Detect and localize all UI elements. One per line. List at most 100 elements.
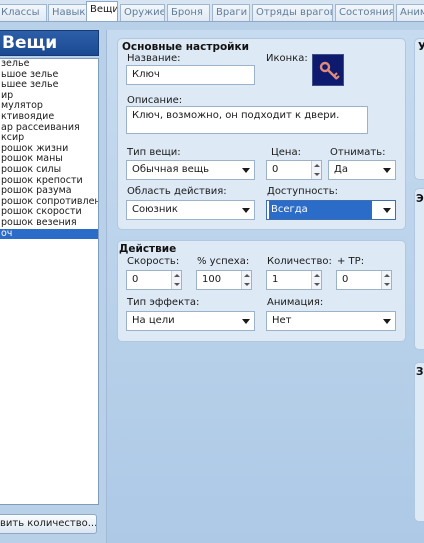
tab-bar: Классы Навыки Вещи Оружие Броня Враги От… xyxy=(0,0,424,22)
stepper-arrows-icon[interactable] xyxy=(171,271,181,289)
change-maximum-button[interactable]: вить количество... xyxy=(0,514,97,534)
stepper-arrows-icon[interactable] xyxy=(311,161,321,179)
items-list-header: Вещи xyxy=(0,30,99,56)
name-field[interactable]: Ключ xyxy=(126,65,255,85)
hit-type-select[interactable]: На цели xyxy=(126,311,255,331)
list-item[interactable]: рошок маны xyxy=(0,154,98,165)
list-item[interactable]: ксир xyxy=(0,133,98,144)
animation-label: Анимация: xyxy=(267,297,324,308)
animation-select[interactable]: Нет xyxy=(266,311,396,331)
list-item-empty[interactable] xyxy=(0,377,98,388)
repeat-label: Количество: xyxy=(267,256,332,267)
list-item[interactable]: рошок силы xyxy=(0,165,98,176)
list-item-empty[interactable] xyxy=(0,303,98,314)
tab-states[interactable]: Состояния xyxy=(335,4,394,21)
effects-title: Э xyxy=(416,193,424,205)
list-item-empty[interactable] xyxy=(0,281,98,292)
success-stepper[interactable]: 100 xyxy=(196,270,252,290)
list-item-empty[interactable] xyxy=(0,239,98,250)
basic-settings-title: Основные настройки xyxy=(122,41,250,53)
chevron-down-icon xyxy=(383,168,391,173)
tab-troops[interactable]: Отряды врагов xyxy=(252,4,333,21)
list-item-empty[interactable] xyxy=(0,250,98,261)
item-type-label: Тип вещи: xyxy=(127,147,181,158)
list-item[interactable]: ьшее зелье xyxy=(0,80,98,91)
list-item-empty[interactable] xyxy=(0,472,98,483)
list-item[interactable]: ар рассеивания xyxy=(0,123,98,134)
list-item[interactable]: рошок жизни xyxy=(0,144,98,155)
list-item-empty[interactable] xyxy=(0,483,98,494)
note-title: З xyxy=(416,366,424,378)
list-item-empty[interactable] xyxy=(0,324,98,335)
tab-weapons[interactable]: Оружие xyxy=(120,4,165,21)
tab-armors[interactable]: Броня xyxy=(167,4,210,21)
item-type-select[interactable]: Обычная вещь xyxy=(126,160,255,180)
list-item[interactable]: рошок везения xyxy=(0,218,98,229)
speed-label: Скорость: xyxy=(127,256,180,267)
list-item[interactable]: рошок крепости xyxy=(0,176,98,187)
tab-animations[interactable]: Анимации xyxy=(396,4,424,21)
tp-label: + TP: xyxy=(337,256,365,267)
price-stepper[interactable]: 0 xyxy=(266,160,322,180)
icon-label: Иконка: xyxy=(266,53,308,64)
list-item-empty[interactable] xyxy=(0,409,98,420)
tab-skills[interactable]: Навыки xyxy=(48,4,90,21)
chevron-down-icon xyxy=(242,168,250,173)
list-item-empty[interactable] xyxy=(0,292,98,303)
effects-group xyxy=(414,188,424,350)
tab-enemies[interactable]: Враги xyxy=(212,4,250,21)
list-item-empty[interactable] xyxy=(0,398,98,409)
stepper-arrows-icon[interactable] xyxy=(241,271,251,289)
invocation-title: Действие xyxy=(119,243,177,255)
key-icon[interactable] xyxy=(312,54,344,86)
scope-label: Область действия: xyxy=(127,186,227,197)
damage-group xyxy=(414,38,424,180)
items-list[interactable]: зелье ьшое зелье ьшее зелье ир мулятор ктивоя… xyxy=(0,58,99,505)
list-item-empty[interactable] xyxy=(0,271,98,282)
list-item[interactable]: ьшое зелье xyxy=(0,70,98,81)
tab-items[interactable]: Вещи xyxy=(86,1,118,21)
chevron-down-icon xyxy=(242,208,250,213)
list-item-empty[interactable] xyxy=(0,356,98,367)
name-label: Название: xyxy=(127,53,181,64)
list-item-empty[interactable] xyxy=(0,334,98,345)
description-label: Описание: xyxy=(127,95,183,106)
list-item-empty[interactable] xyxy=(0,260,98,271)
list-item-empty[interactable] xyxy=(0,430,98,441)
list-item[interactable]: ктивоядие xyxy=(0,112,98,123)
tp-stepper[interactable]: 0 xyxy=(336,270,392,290)
speed-stepper[interactable]: 0 xyxy=(126,270,182,290)
list-item-empty[interactable] xyxy=(0,462,98,473)
hit-type-label: Тип эффекта: xyxy=(127,297,200,308)
stepper-arrows-icon[interactable] xyxy=(381,271,391,289)
list-item[interactable]: ир xyxy=(0,91,98,102)
damage-title: У xyxy=(418,41,424,53)
list-item[interactable]: оч xyxy=(0,228,98,240)
price-label: Цена: xyxy=(271,147,301,158)
chevron-down-icon xyxy=(242,319,250,324)
chevron-down-icon xyxy=(383,319,391,324)
list-item[interactable]: рошок сопротивления xyxy=(0,197,98,208)
list-item-empty[interactable] xyxy=(0,366,98,377)
list-item[interactable]: зелье xyxy=(0,59,98,70)
description-field[interactable]: Ключ, возможно, он подходит к двери. xyxy=(126,106,368,134)
list-item[interactable]: мулятор xyxy=(0,101,98,112)
consumable-label: Отнимать: xyxy=(330,147,386,158)
note-group xyxy=(414,362,424,522)
list-item-empty[interactable] xyxy=(0,451,98,462)
list-item[interactable]: рошок разума xyxy=(0,186,98,197)
list-item-empty[interactable] xyxy=(0,387,98,398)
scope-select[interactable]: Союзник xyxy=(126,200,255,220)
occasion-select[interactable]: Всегда xyxy=(266,200,396,220)
consumable-select[interactable]: Да xyxy=(328,160,396,180)
list-item-empty[interactable] xyxy=(0,345,98,356)
repeat-stepper[interactable]: 1 xyxy=(266,270,322,290)
list-item-empty[interactable] xyxy=(0,419,98,430)
list-item-empty[interactable] xyxy=(0,440,98,451)
tab-classes[interactable]: Классы xyxy=(0,4,47,21)
occasion-label: Доступность: xyxy=(267,186,338,197)
list-item-empty[interactable] xyxy=(0,313,98,324)
stepper-arrows-icon[interactable] xyxy=(311,271,321,289)
chevron-down-icon xyxy=(383,208,391,213)
list-item[interactable]: рошок скорости xyxy=(0,207,98,218)
